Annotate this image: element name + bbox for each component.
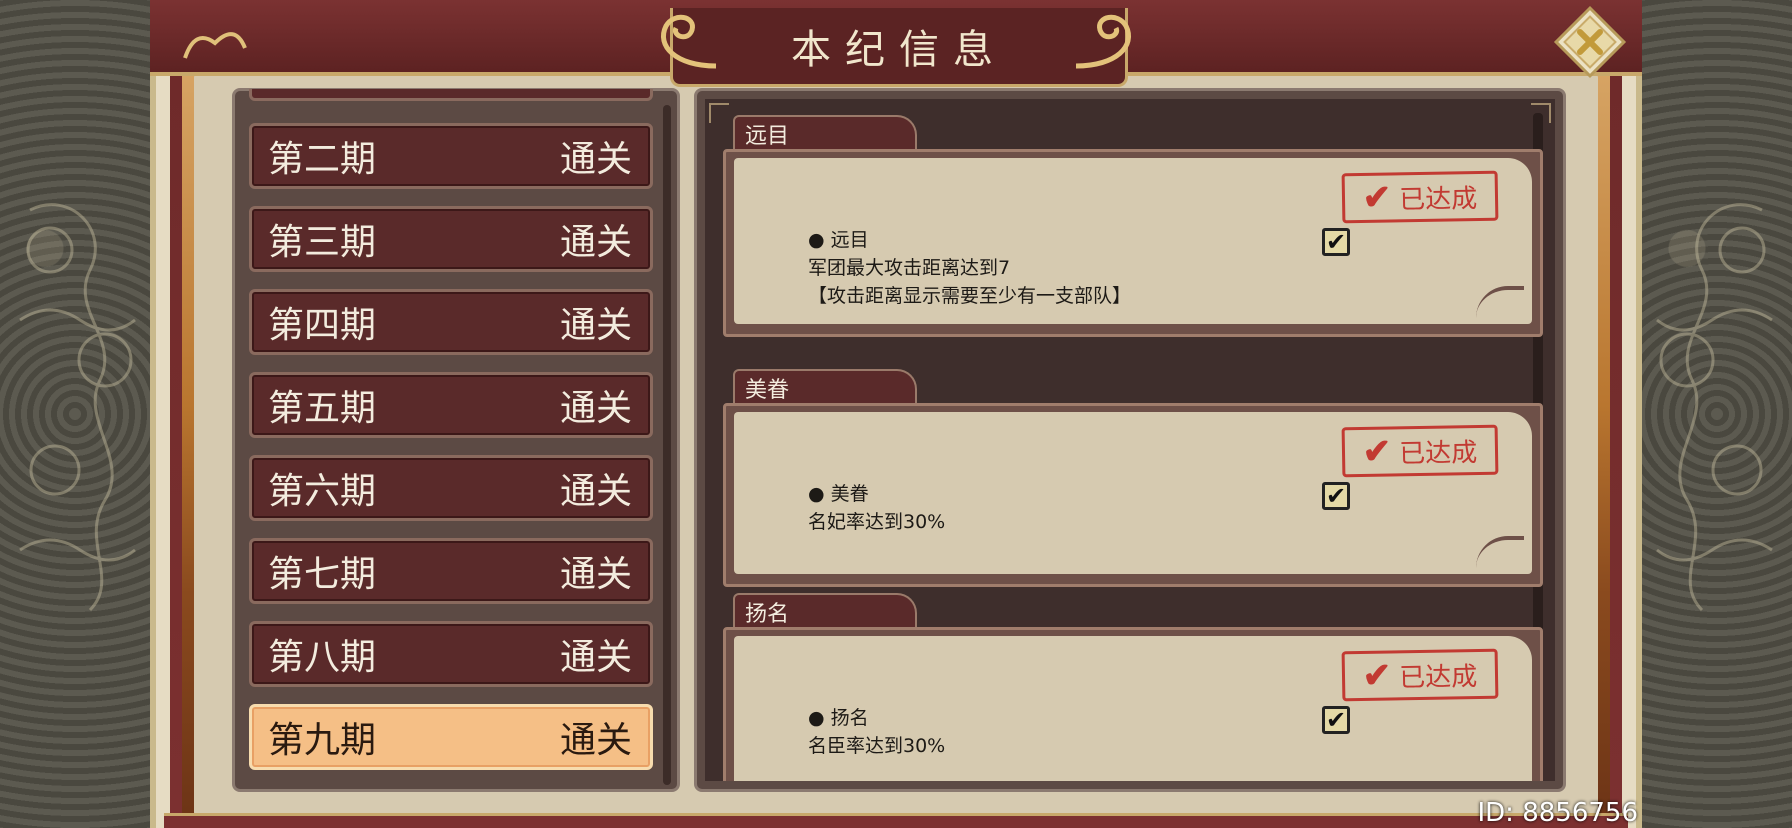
achievement-description: ● 美眷 名妃率达到30% bbox=[808, 480, 945, 536]
right-dragon-panel bbox=[1642, 0, 1792, 828]
stamp-text: 已达成 bbox=[1399, 661, 1478, 693]
period-list-panel: 第二期 通关 第三期 通关 第四期 通关 第五期 通关 第六期 通关 第七期 通… bbox=[232, 88, 680, 792]
period-status: 通关 bbox=[559, 471, 632, 512]
completed-stamp: ✔ 已达成 bbox=[1341, 648, 1499, 702]
achievement-note: 【攻击距离显示需要至少有一支部队】 bbox=[808, 285, 1132, 307]
period-status: 通关 bbox=[559, 139, 632, 180]
period-status: 通关 bbox=[559, 305, 632, 346]
achievement-checkbox[interactable]: ✔ bbox=[1322, 482, 1350, 510]
dragon-ornament-icon bbox=[19, 203, 136, 612]
achievement-condition: 名臣率达到30% bbox=[808, 735, 946, 757]
period-status: 通关 bbox=[559, 554, 632, 595]
player-id-label: ID: 8856756 bbox=[1477, 798, 1638, 828]
title-plate: 本纪信息 bbox=[670, 8, 1128, 87]
achievement-card: 远目 ✔ 已达成 ✔ ● 远目 军团最大攻击距离达到7 【攻击距离显示需要至少有… bbox=[723, 115, 1543, 337]
close-button[interactable] bbox=[1548, 0, 1632, 84]
achievement-checkbox[interactable]: ✔ bbox=[1322, 228, 1350, 256]
page-curl bbox=[1476, 536, 1524, 568]
left-dragon-panel bbox=[0, 0, 150, 828]
scroll-ornament-left-icon bbox=[661, 14, 717, 69]
achievement-name: ● 扬名 bbox=[808, 707, 869, 729]
achievement-tab: 美眷 bbox=[733, 369, 917, 405]
page-curl bbox=[1476, 286, 1524, 318]
period-label: 第八期 bbox=[268, 637, 377, 678]
period-item-2[interactable]: 第二期 通关 bbox=[249, 123, 653, 189]
stamp-text: 已达成 bbox=[1399, 437, 1478, 469]
period-label: 第二期 bbox=[268, 139, 377, 180]
completed-stamp: ✔ 已达成 bbox=[1341, 424, 1499, 478]
period-label: 第六期 bbox=[268, 471, 377, 512]
cloud-ornament-icon bbox=[183, 32, 247, 59]
achievement-card: 扬名 ✔ 已达成 ✔ ● 扬名 名臣率达到30% bbox=[723, 593, 1543, 781]
period-item-9-selected[interactable]: 第九期 通关 bbox=[249, 704, 653, 770]
achievement-scroll-area[interactable]: 远目 ✔ 已达成 ✔ ● 远目 军团最大攻击距离达到7 【攻击距离显示需要至少有… bbox=[705, 99, 1555, 781]
period-status: 通关 bbox=[559, 720, 632, 761]
achievement-tab: 扬名 bbox=[733, 593, 917, 629]
dragon-ornament-icon bbox=[1656, 203, 1773, 612]
achievement-body: ✔ 已达成 ✔ ● 美眷 名妃率达到30% bbox=[723, 403, 1543, 587]
period-label: 第五期 bbox=[268, 388, 377, 429]
period-item-3[interactable]: 第三期 通关 bbox=[249, 206, 653, 272]
achievement-name: ● 美眷 bbox=[808, 483, 869, 505]
achievement-description: ● 扬名 名臣率达到30% bbox=[808, 704, 945, 760]
achievement-tab: 远目 bbox=[733, 115, 917, 151]
completed-stamp: ✔ 已达成 bbox=[1341, 170, 1499, 224]
period-item-4[interactable]: 第四期 通关 bbox=[249, 289, 653, 355]
achievement-description: ● 远目 军团最大攻击距离达到7 【攻击距离显示需要至少有一支部队】 bbox=[808, 226, 1131, 310]
list-item-partial[interactable] bbox=[249, 89, 653, 101]
check-mark-icon: ✔ bbox=[1362, 177, 1392, 218]
achievement-detail-panel: 远目 ✔ 已达成 ✔ ● 远目 军团最大攻击距离达到7 【攻击距离显示需要至少有… bbox=[694, 88, 1566, 792]
check-mark-icon: ✔ bbox=[1362, 655, 1392, 696]
achievement-condition: 军团最大攻击距离达到7 bbox=[808, 257, 1011, 279]
period-status: 通关 bbox=[559, 222, 632, 263]
period-item-6[interactable]: 第六期 通关 bbox=[249, 455, 653, 521]
period-item-7[interactable]: 第七期 通关 bbox=[249, 538, 653, 604]
period-status: 通关 bbox=[559, 388, 632, 429]
period-status: 通关 bbox=[559, 637, 632, 678]
achievement-checkbox[interactable]: ✔ bbox=[1322, 706, 1350, 734]
period-label: 第七期 bbox=[268, 554, 377, 595]
scroll-ornament-right-icon bbox=[1075, 14, 1131, 69]
bottom-border bbox=[164, 813, 1628, 828]
list-scrollbar[interactable] bbox=[663, 105, 671, 785]
period-label: 第三期 bbox=[268, 222, 377, 263]
achievement-body: ✔ 已达成 ✔ ● 远目 军团最大攻击距离达到7 【攻击距离显示需要至少有一支部… bbox=[723, 149, 1543, 337]
achievement-body: ✔ 已达成 ✔ ● 扬名 名臣率达到30% bbox=[723, 627, 1543, 781]
period-label: 第九期 bbox=[268, 720, 377, 761]
achievement-condition: 名妃率达到30% bbox=[808, 511, 946, 533]
page-title: 本纪信息 bbox=[791, 27, 1007, 73]
period-item-8[interactable]: 第八期 通关 bbox=[249, 621, 653, 687]
period-item-5[interactable]: 第五期 通关 bbox=[249, 372, 653, 438]
achievement-paper: ✔ 已达成 ✔ ● 远目 军团最大攻击距离达到7 【攻击距离显示需要至少有一支部… bbox=[734, 158, 1532, 324]
achievement-paper: ✔ 已达成 ✔ ● 扬名 名臣率达到30% bbox=[734, 636, 1532, 781]
check-mark-icon: ✔ bbox=[1362, 431, 1392, 472]
period-label: 第四期 bbox=[268, 305, 377, 346]
achievement-name: ● 远目 bbox=[808, 229, 869, 251]
stamp-text: 已达成 bbox=[1399, 183, 1478, 215]
achievement-card: 美眷 ✔ 已达成 ✔ ● 美眷 名妃率达到30% bbox=[723, 369, 1543, 587]
achievement-paper: ✔ 已达成 ✔ ● 美眷 名妃率达到30% bbox=[734, 412, 1532, 574]
